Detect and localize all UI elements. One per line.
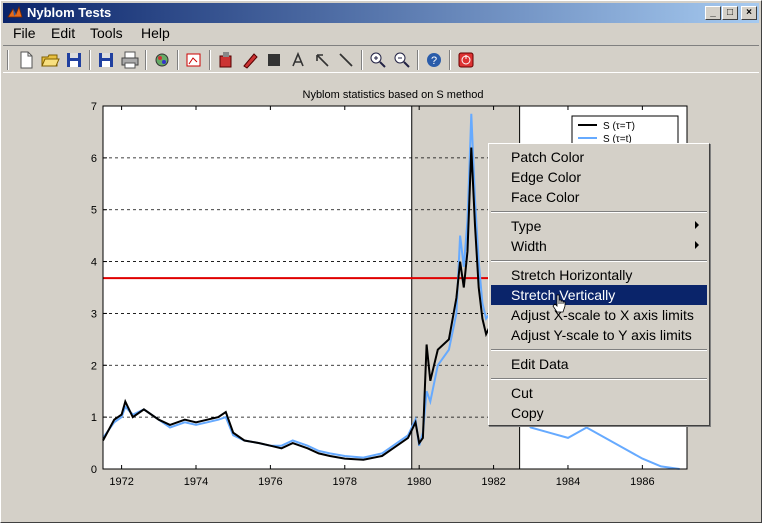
- new-file-icon[interactable]: [15, 49, 37, 71]
- y-tick-label: 3: [91, 308, 97, 320]
- context-item-stretch-horizontally[interactable]: Stretch Horizontally: [491, 265, 707, 285]
- stop-icon[interactable]: [455, 49, 477, 71]
- x-tick-label: 1986: [630, 476, 654, 488]
- context-item-cut[interactable]: Cut: [491, 383, 707, 403]
- legend-label: S (τ=T): [603, 121, 635, 132]
- context-item-patch-color[interactable]: Patch Color: [491, 147, 707, 167]
- y-tick-label: 1: [91, 412, 97, 424]
- context-item-adjust-x-scale-to-x-axis-limits[interactable]: Adjust X-scale to X axis limits: [491, 305, 707, 325]
- mouse-cursor-icon: [552, 294, 566, 313]
- context-item-label: Patch Color: [511, 149, 585, 165]
- rectangle-icon[interactable]: [263, 49, 285, 71]
- toolbar-separator: [361, 50, 363, 70]
- app-window: Nyblom Tests _ □ × File Edit Tools Help …: [0, 0, 762, 523]
- maximize-button[interactable]: □: [722, 6, 738, 20]
- context-item-adjust-y-scale-to-y-axis-limits[interactable]: Adjust Y-scale to Y axis limits: [491, 325, 707, 345]
- x-tick-label: 1974: [184, 476, 208, 488]
- toolbar-separator: [209, 50, 211, 70]
- save-as-icon[interactable]: [95, 49, 117, 71]
- y-tick-label: 4: [91, 257, 97, 269]
- close-button[interactable]: ×: [741, 6, 757, 20]
- y-tick-label: 7: [91, 101, 97, 113]
- submenu-arrow-icon: [695, 241, 699, 249]
- chart-title: Nyblom statistics based on S method: [303, 89, 484, 101]
- menu-tools[interactable]: Tools: [90, 25, 123, 41]
- window-title: Nyblom Tests: [27, 5, 112, 20]
- context-item-face-color[interactable]: Face Color: [491, 187, 707, 207]
- context-menu: Patch Color Edge Color Face Color Type Width…: [488, 143, 710, 426]
- toolbar-separator: [449, 50, 451, 70]
- save-icon[interactable]: [63, 49, 85, 71]
- plot-editor-icon[interactable]: [215, 49, 237, 71]
- arrow-icon[interactable]: [311, 49, 333, 71]
- menu-help[interactable]: Help: [141, 25, 170, 41]
- menu-edit[interactable]: Edit: [51, 25, 75, 41]
- svg-text:?: ?: [431, 55, 437, 67]
- toolbar-separator: [145, 50, 147, 70]
- context-item-label: Edge Color: [511, 169, 582, 185]
- y-tick-label: 5: [91, 205, 97, 217]
- zoom-in-icon[interactable]: [367, 49, 389, 71]
- x-tick-label: 1976: [258, 476, 282, 488]
- context-item-edit-data[interactable]: Edit Data: [491, 354, 707, 374]
- y-tick-label: 2: [91, 360, 97, 372]
- x-tick-label: 1982: [481, 476, 505, 488]
- context-item-copy[interactable]: Copy: [491, 403, 707, 423]
- matlab-logo-icon: [7, 5, 23, 18]
- export-icon[interactable]: [151, 49, 173, 71]
- toolbar-separator: [89, 50, 91, 70]
- zoom-out-icon[interactable]: [391, 49, 413, 71]
- context-item-label: Edit Data: [511, 356, 569, 372]
- open-folder-icon[interactable]: [39, 49, 61, 71]
- figure-icon[interactable]: [183, 49, 205, 71]
- context-item-label: Stretch Horizontally: [511, 267, 633, 283]
- context-item-edge-color[interactable]: Edge Color: [491, 167, 707, 187]
- help-icon[interactable]: ?: [423, 49, 445, 71]
- context-item-label: Type: [511, 218, 542, 234]
- context-item-type[interactable]: Type: [491, 216, 707, 236]
- line-icon[interactable]: [335, 49, 357, 71]
- x-tick-label: 1978: [333, 476, 357, 488]
- toolbar-grip: [7, 50, 9, 70]
- context-item-width[interactable]: Width: [491, 236, 707, 256]
- menu-separator: [491, 211, 707, 213]
- context-item-label: Copy: [511, 405, 544, 421]
- y-tick-label: 6: [91, 153, 97, 165]
- context-item-label: Face Color: [511, 189, 580, 205]
- context-item-stretch-vertically[interactable]: Stretch Vertically: [491, 285, 707, 305]
- y-tick-label: 0: [91, 464, 97, 476]
- context-item-label: Adjust X-scale to X axis limits: [511, 307, 694, 323]
- x-tick-label: 1984: [556, 476, 580, 488]
- print-icon[interactable]: [119, 49, 141, 71]
- context-item-label: Adjust Y-scale to Y axis limits: [511, 327, 692, 343]
- toolbar-separator: [417, 50, 419, 70]
- menu-separator: [491, 349, 707, 351]
- x-tick-label: 1972: [109, 476, 133, 488]
- submenu-arrow-icon: [695, 221, 699, 229]
- menu-bar: File Edit Tools Help: [3, 23, 759, 43]
- insert-icon[interactable]: [239, 49, 261, 71]
- menu-file[interactable]: File: [13, 25, 36, 41]
- title-bar[interactable]: Nyblom Tests _ □ ×: [3, 3, 759, 23]
- x-tick-label: 1980: [407, 476, 431, 488]
- menu-separator: [491, 378, 707, 380]
- toolbar-separator: [177, 50, 179, 70]
- context-item-label: Width: [511, 238, 547, 254]
- menu-separator: [491, 260, 707, 262]
- context-item-label: Cut: [511, 385, 533, 401]
- text-icon[interactable]: [287, 49, 309, 71]
- minimize-button[interactable]: _: [705, 6, 721, 20]
- toolbar: ?: [3, 45, 759, 73]
